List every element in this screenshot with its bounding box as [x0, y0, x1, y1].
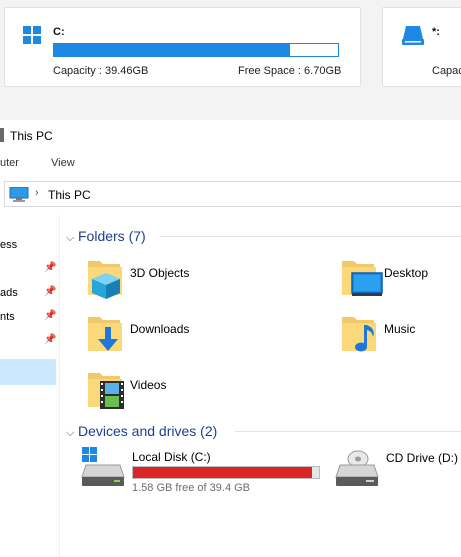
videos-folder-icon	[88, 373, 124, 409]
nav-item-downloads[interactable]: ads 📌	[0, 283, 58, 305]
drive-label: CD Drive (D:)	[386, 451, 458, 465]
folders-group-header[interactable]: ⌵ Folders (7)	[66, 228, 146, 245]
cd-drive-icon	[335, 450, 379, 486]
capacity-bar	[53, 43, 339, 57]
breadcrumb-chevron-icon[interactable]: ›	[35, 187, 39, 199]
drive-card-c[interactable]: C: Capacity : 39.46GB Free Space : 6.70G…	[4, 7, 361, 87]
local-disk-icon	[81, 447, 125, 486]
folder-3d-objects[interactable]: 3D Objects	[86, 255, 316, 305]
nav-item-pinned-2[interactable]: 📌	[0, 331, 58, 353]
drive-letter: C:	[53, 26, 65, 38]
tab-view[interactable]: View	[51, 157, 75, 169]
music-folder-icon	[342, 317, 376, 352]
ribbon-tabs: uter View	[0, 152, 461, 176]
nav-item-label: nts	[0, 311, 15, 323]
drive-usage-bar	[132, 466, 320, 479]
navigation-pane: ess 📌 ads 📌 nts 📌 📌	[0, 215, 60, 557]
title-bar[interactable]: This PC	[0, 120, 461, 152]
chevron-down-icon: ⌵	[66, 427, 75, 439]
nav-item-pinned[interactable]: 📌	[0, 259, 58, 281]
devices-group-header[interactable]: ⌵ Devices and drives (2)	[66, 423, 217, 440]
pin-icon: 📌	[44, 334, 57, 345]
tab-computer[interactable]: uter	[0, 157, 19, 169]
folder-downloads[interactable]: Downloads	[86, 311, 316, 361]
folder-label: Music	[384, 322, 416, 336]
group-divider	[160, 236, 461, 237]
windows-logo-icon	[23, 26, 41, 44]
capacity-label: Capac	[432, 65, 461, 77]
this-pc-icon	[9, 187, 29, 202]
downloads-folder-icon	[88, 317, 122, 351]
drive-letter: *:	[432, 26, 440, 38]
drive-free-space: 1.58 GB free of 39.4 GB	[132, 482, 251, 494]
drive-label: Local Disk (C:)	[132, 450, 211, 464]
content-pane: ⌵ Folders (7) 3D Objects Desktop Downloa…	[60, 215, 461, 557]
window-icon	[0, 128, 4, 142]
drive-cd-d[interactable]: CD Drive (D:)	[334, 447, 461, 493]
capacity-label: Capacity : 39.46GB	[53, 65, 149, 77]
folder-videos[interactable]: Videos	[86, 367, 316, 417]
3d-objects-icon	[88, 261, 122, 299]
nav-item-documents[interactable]: nts 📌	[0, 307, 58, 329]
folder-label: Downloads	[130, 322, 190, 336]
breadcrumb-this-pc[interactable]: This PC	[48, 188, 91, 202]
address-bar[interactable]: › This PC	[4, 181, 461, 207]
free-space-label: Free Space : 6.70GB	[238, 65, 342, 77]
drive-card-star[interactable]: *: Capac	[382, 7, 461, 87]
devices-header-label: Devices and drives (2)	[78, 423, 218, 439]
folder-desktop[interactable]: Desktop	[340, 255, 461, 305]
chevron-down-icon: ⌵	[66, 232, 75, 244]
pin-icon: 📌	[44, 310, 57, 321]
folder-label: Videos	[130, 378, 167, 392]
nav-item-label: ess	[0, 239, 18, 251]
folders-header-label: Folders (7)	[78, 228, 146, 244]
nav-item-label: ads	[0, 287, 18, 299]
drive-local-disk-c[interactable]: Local Disk (C:) 1.58 GB free of 39.4 GB	[80, 447, 350, 494]
folder-label: 3D Objects	[130, 266, 190, 280]
nav-item-quick-access[interactable]: ess	[0, 235, 58, 257]
group-divider	[235, 431, 461, 432]
pin-icon: 📌	[44, 286, 57, 297]
pin-icon: 📌	[44, 262, 57, 273]
folder-label: Desktop	[384, 266, 429, 280]
desktop-folder-icon	[342, 261, 383, 296]
window-title: This PC	[10, 129, 53, 143]
partition-panel: C: Capacity : 39.46GB Free Space : 6.70G…	[0, 0, 461, 120]
folder-music[interactable]: Music	[340, 311, 461, 361]
removable-drive-icon	[402, 26, 424, 45]
nav-item-this-pc-selected[interactable]	[0, 359, 56, 385]
file-explorer-window: This PC uter View › This PC ess 📌 ads 📌 …	[0, 120, 461, 557]
